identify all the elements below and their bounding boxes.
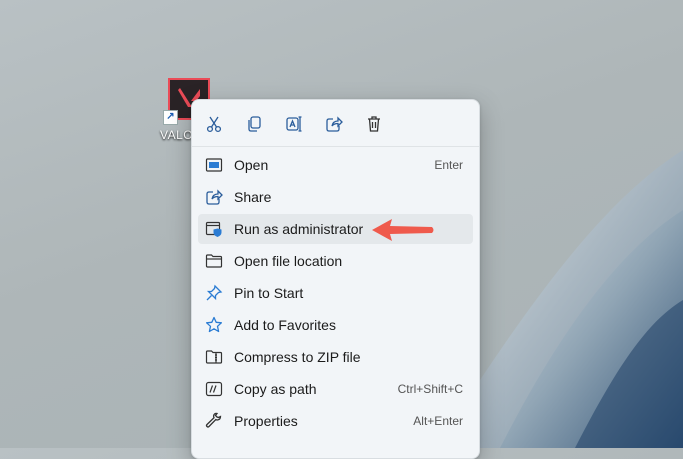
menu-item-compress-to-zip[interactable]: Compress to ZIP file [198,342,473,372]
menu-item-pin-to-start[interactable]: Pin to Start [198,278,473,308]
delete-icon [368,116,380,132]
share-icon [205,188,223,206]
rename-icon [286,116,302,132]
red-arrow-icon [372,219,434,241]
copy-button[interactable] [238,108,270,140]
menu-item-open[interactable]: Open Enter [198,150,473,180]
share-button[interactable] [318,108,350,140]
shield-admin-icon [205,220,223,238]
menu-item-share[interactable]: Share [198,182,473,212]
folder-icon [205,252,223,270]
menu-item-label: Share [234,189,272,205]
menu-item-label: Compress to ZIP file [234,349,361,365]
quick-action-bar [198,108,390,140]
open-window-icon [205,156,223,174]
menu-item-shortcut: Enter [434,158,463,172]
menu-items: Open Enter Share Run as administrator Op… [198,150,473,438]
context-menu: Open Enter Share Run as administrator Op… [191,99,480,459]
menu-item-open-file-location[interactable]: Open file location [198,246,473,276]
menu-item-copy-as-path[interactable]: Copy as path Ctrl+Shift+C [198,374,473,404]
menu-item-label: Copy as path [234,381,317,397]
menu-item-label: Pin to Start [234,285,304,301]
copy-icon [248,116,261,132]
menu-divider [192,146,479,147]
menu-item-label: Open file location [234,253,343,269]
share-icon [326,116,343,132]
menu-item-label: Open [234,157,269,173]
delete-button[interactable] [358,108,390,140]
star-icon [205,316,223,334]
menu-item-add-to-favorites[interactable]: Add to Favorites [198,310,473,340]
wrench-icon [205,412,223,430]
cut-button[interactable] [198,108,230,140]
shortcut-arrow-icon: ↗ [163,110,178,125]
cut-icon [206,116,222,133]
copy-path-icon [205,380,223,398]
menu-item-shortcut: Alt+Enter [413,414,463,428]
shortcut-label: VALO [160,128,194,142]
menu-item-label: Properties [234,413,298,429]
rename-button[interactable] [278,108,310,140]
menu-item-shortcut: Ctrl+Shift+C [397,382,463,396]
menu-item-label: Add to Favorites [234,317,336,333]
pin-icon [205,284,223,302]
menu-item-properties[interactable]: Properties Alt+Enter [198,406,473,436]
zip-folder-icon [205,348,223,366]
